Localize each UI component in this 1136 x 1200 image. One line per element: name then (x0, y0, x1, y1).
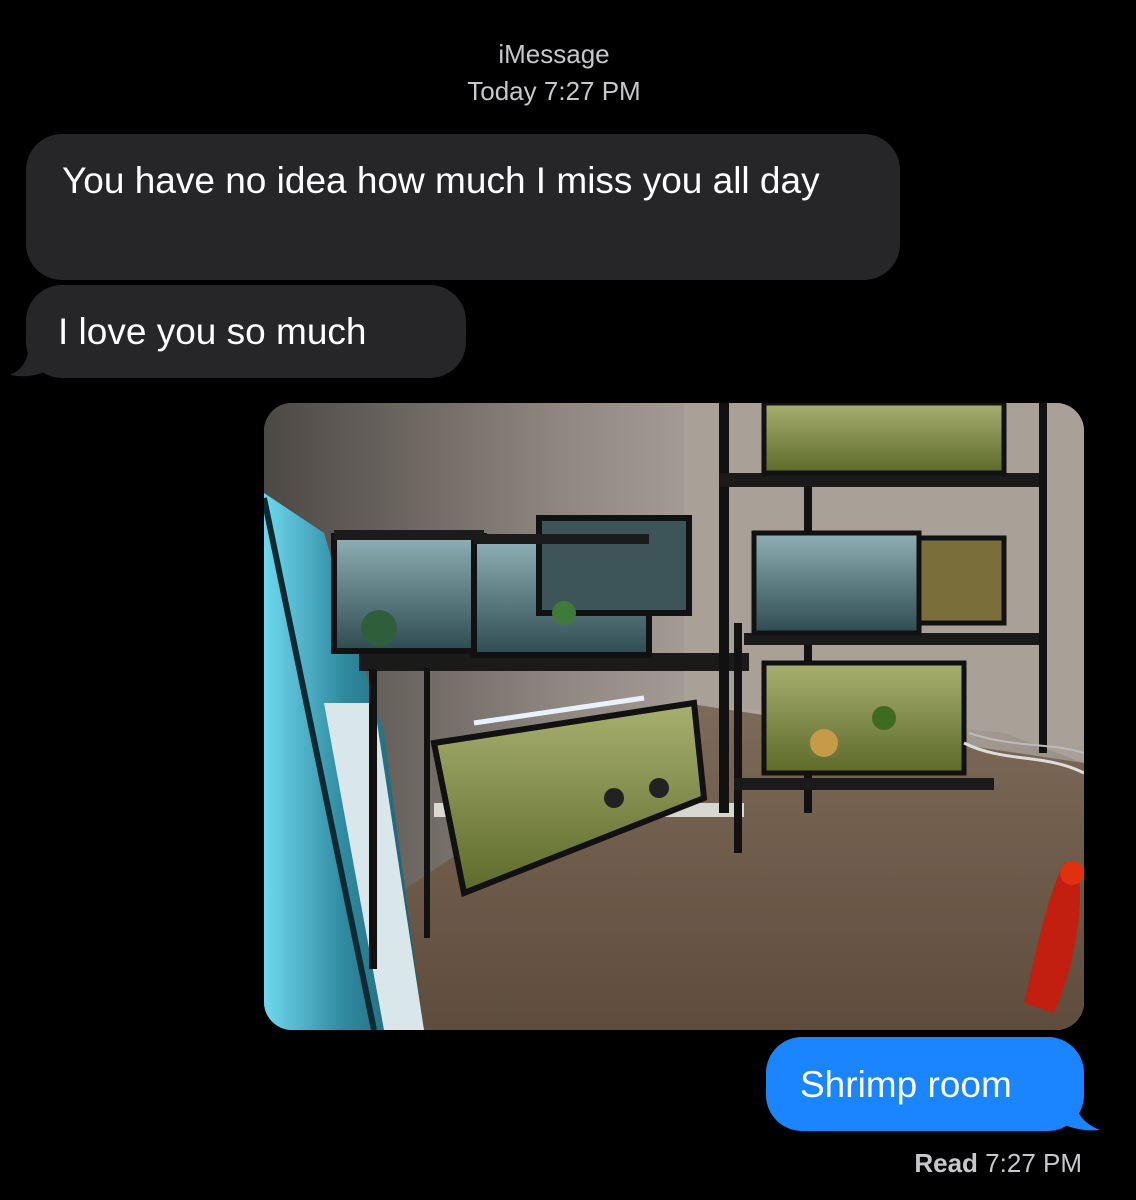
message-text: You have no idea how much I miss you all… (62, 160, 820, 201)
timestamp: Today 7:27 PM (0, 73, 1108, 110)
incoming-message-bubble[interactable]: I love you so much (26, 285, 466, 378)
message-text: I love you so much (58, 311, 367, 352)
photo-attachment[interactable] (264, 403, 1084, 1030)
outgoing-message-bubble[interactable]: Shrimp room (766, 1037, 1084, 1131)
conversation-header: iMessage Today 7:27 PM (0, 36, 1108, 110)
service-label: iMessage (498, 39, 610, 69)
message-text: Shrimp room (800, 1064, 1012, 1105)
incoming-message-bubble[interactable]: You have no idea how much I miss you all… (26, 134, 900, 280)
timestamp-day: Today (467, 76, 537, 106)
read-receipt: Read 7:27 PM (914, 1146, 1082, 1180)
read-receipt-time: 7:27 PM (985, 1148, 1082, 1178)
timestamp-time: 7:27 PM (543, 76, 641, 106)
outgoing-bubble-tail (1050, 1088, 1100, 1131)
read-receipt-label: Read (914, 1148, 978, 1178)
shrimp-room-photo (264, 403, 1084, 1030)
